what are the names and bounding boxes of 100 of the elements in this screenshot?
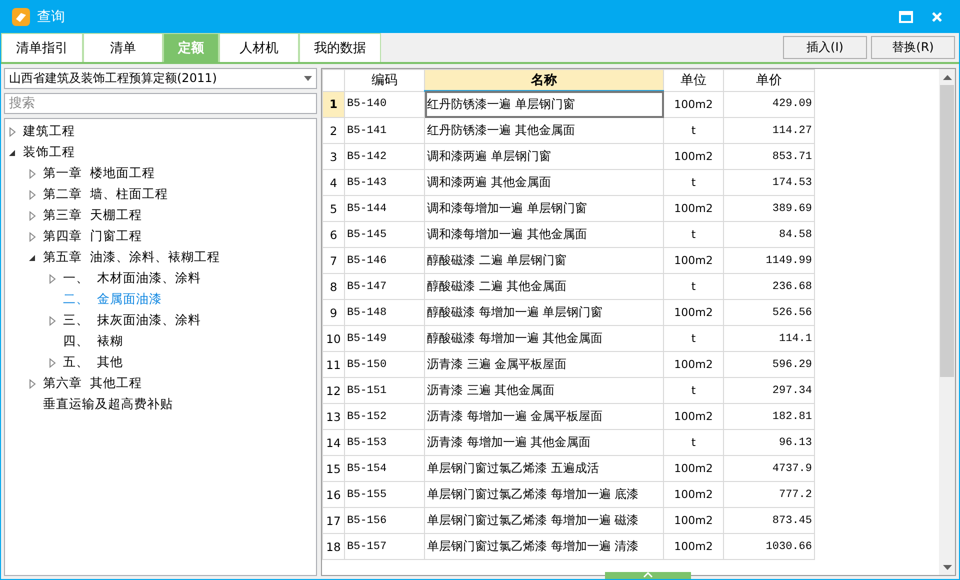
table-cell: B5-145 <box>344 222 424 248</box>
row-number: 7 <box>322 248 344 274</box>
scrollbar[interactable] <box>939 69 955 575</box>
table-cell: 297.34 <box>724 378 814 404</box>
tree-item[interactable]: 垂直运输及超高费补贴 <box>43 396 173 413</box>
table-cell: 100m2 <box>664 482 724 508</box>
action-button[interactable]: 替换(R) <box>871 36 955 59</box>
table-cell: 777.2 <box>724 482 814 508</box>
table-cell: t <box>664 170 724 196</box>
tree-item[interactable]: 三、 抹灰面油漆、涂料 <box>63 312 201 329</box>
row-number: 12 <box>322 378 344 404</box>
table-cell: 236.68 <box>724 274 814 300</box>
column-header[interactable]: 编码 <box>344 70 424 91</box>
table-cell: B5-143 <box>344 170 424 196</box>
library-dropdown[interactable]: 山西省建筑及装饰工程预算定额(2011) <box>4 68 317 89</box>
row-number: 4 <box>322 170 344 196</box>
tree-item[interactable]: 第五章 油漆、涂料、裱糊工程 <box>43 249 220 266</box>
row-number: 9 <box>322 300 344 326</box>
table-cell: 100m2 <box>664 508 724 534</box>
scroll-up-icon[interactable] <box>942 74 952 80</box>
table-cell: 100m2 <box>664 144 724 170</box>
table-cell: 100m2 <box>664 456 724 482</box>
table-cell: 调和漆两遍 单层钢门窗 <box>424 144 664 170</box>
table-cell: 100m2 <box>664 248 724 274</box>
table-cell: t <box>664 274 724 300</box>
tree-item[interactable]: 五、 其他 <box>63 354 123 371</box>
tree-item[interactable]: 建筑工程 <box>23 123 75 140</box>
table-cell: t <box>664 118 724 144</box>
table-cell: B5-146 <box>344 248 424 274</box>
table-cell: 单层钢门窗过氯乙烯漆 每增加一遍 磁漆 <box>424 508 664 534</box>
table-cell: 114.27 <box>724 118 814 144</box>
table-cell: 100m2 <box>664 352 724 378</box>
table-cell: 醇酸磁漆 二遍 单层钢门窗 <box>424 248 664 274</box>
tree-item[interactable]: 一、 木材面油漆、涂料 <box>63 270 201 287</box>
tree-item[interactable]: 二、 金属面油漆 <box>63 291 162 308</box>
tree-item[interactable]: 第四章 门窗工程 <box>43 228 142 245</box>
tree-item[interactable]: 第二章 墙、柱面工程 <box>43 186 168 203</box>
tree-item[interactable]: 第三章 天棚工程 <box>43 207 142 224</box>
table-cell: 红丹防锈漆一遍 其他金属面 <box>424 118 664 144</box>
table-cell: 醇酸磁漆 二遍 其他金属面 <box>424 274 664 300</box>
table-cell: t <box>664 378 724 404</box>
table-cell: 4737.9 <box>724 456 814 482</box>
column-header[interactable]: 单价 <box>724 70 814 91</box>
scroll-down-icon[interactable] <box>942 564 952 570</box>
tab[interactable]: 人材机 <box>219 33 299 62</box>
table-cell: 526.56 <box>724 300 814 326</box>
table-cell: 沥青漆 每增加一遍 其他金属面 <box>424 430 664 456</box>
table-cell: 单层钢门窗过氯乙烯漆 五遍成活 <box>424 456 664 482</box>
tab[interactable]: 我的数据 <box>299 33 381 62</box>
table-cell: B5-144 <box>344 196 424 222</box>
table-cell: 调和漆两遍 其他金属面 <box>424 170 664 196</box>
table-cell: B5-148 <box>344 300 424 326</box>
table-cell: 醇酸磁漆 每增加一遍 其他金属面 <box>424 326 664 352</box>
table-cell: B5-141 <box>344 118 424 144</box>
tree-item[interactable]: 装饰工程 <box>23 144 75 161</box>
table-cell: B5-154 <box>344 456 424 482</box>
table-cell: 红丹防锈漆一遍 单层钢门窗 <box>424 91 664 118</box>
table-cell: B5-152 <box>344 404 424 430</box>
table-cell: 100m2 <box>664 300 724 326</box>
row-number: 6 <box>322 222 344 248</box>
table-cell: 调和漆每增加一遍 单层钢门窗 <box>424 196 664 222</box>
table-cell: 沥青漆 三遍 金属平板屋面 <box>424 352 664 378</box>
tab[interactable]: 清单指引 <box>1 33 83 62</box>
maximize-icon <box>899 11 913 23</box>
splitter-handle[interactable] <box>605 572 691 579</box>
row-number: 16 <box>322 482 344 508</box>
table-cell: 100m2 <box>664 91 724 118</box>
column-header[interactable]: 名称 <box>424 70 664 91</box>
row-number: 2 <box>322 118 344 144</box>
table-cell: B5-149 <box>344 326 424 352</box>
table-cell: B5-140 <box>344 91 424 118</box>
table-cell: B5-156 <box>344 508 424 534</box>
table-cell: 单层钢门窗过氯乙烯漆 每增加一遍 清漆 <box>424 534 664 560</box>
tree-item[interactable]: 第六章 其他工程 <box>43 375 142 392</box>
tab[interactable]: 清单 <box>83 33 163 62</box>
table-cell: 853.71 <box>724 144 814 170</box>
search-field[interactable]: 搜索 <box>4 93 317 114</box>
table-cell: 1149.99 <box>724 248 814 274</box>
row-number: 5 <box>322 196 344 222</box>
table-cell: 389.69 <box>724 196 814 222</box>
column-header[interactable]: 单位 <box>664 70 724 91</box>
table-cell: B5-150 <box>344 352 424 378</box>
table-cell: 873.45 <box>724 508 814 534</box>
table-cell: t <box>664 222 724 248</box>
table-cell: t <box>664 430 724 456</box>
window-title: 查询 <box>37 8 66 26</box>
row-number: 13 <box>322 404 344 430</box>
table-cell: 114.1 <box>724 326 814 352</box>
table-cell: B5-147 <box>344 274 424 300</box>
table-cell: 174.53 <box>724 170 814 196</box>
action-button[interactable]: 插入(I) <box>783 36 867 59</box>
table-cell: 182.81 <box>724 404 814 430</box>
tree-item[interactable]: 第一章 楼地面工程 <box>43 165 155 182</box>
dropdown-caret-icon[interactable] <box>304 76 312 81</box>
table-cell: B5-157 <box>344 534 424 560</box>
row-number: 11 <box>322 352 344 378</box>
row-number: 1 <box>322 91 344 118</box>
table-cell: 单层钢门窗过氯乙烯漆 每增加一遍 底漆 <box>424 482 664 508</box>
row-number: 14 <box>322 430 344 456</box>
tree-item[interactable]: 四、 裱糊 <box>63 333 123 350</box>
